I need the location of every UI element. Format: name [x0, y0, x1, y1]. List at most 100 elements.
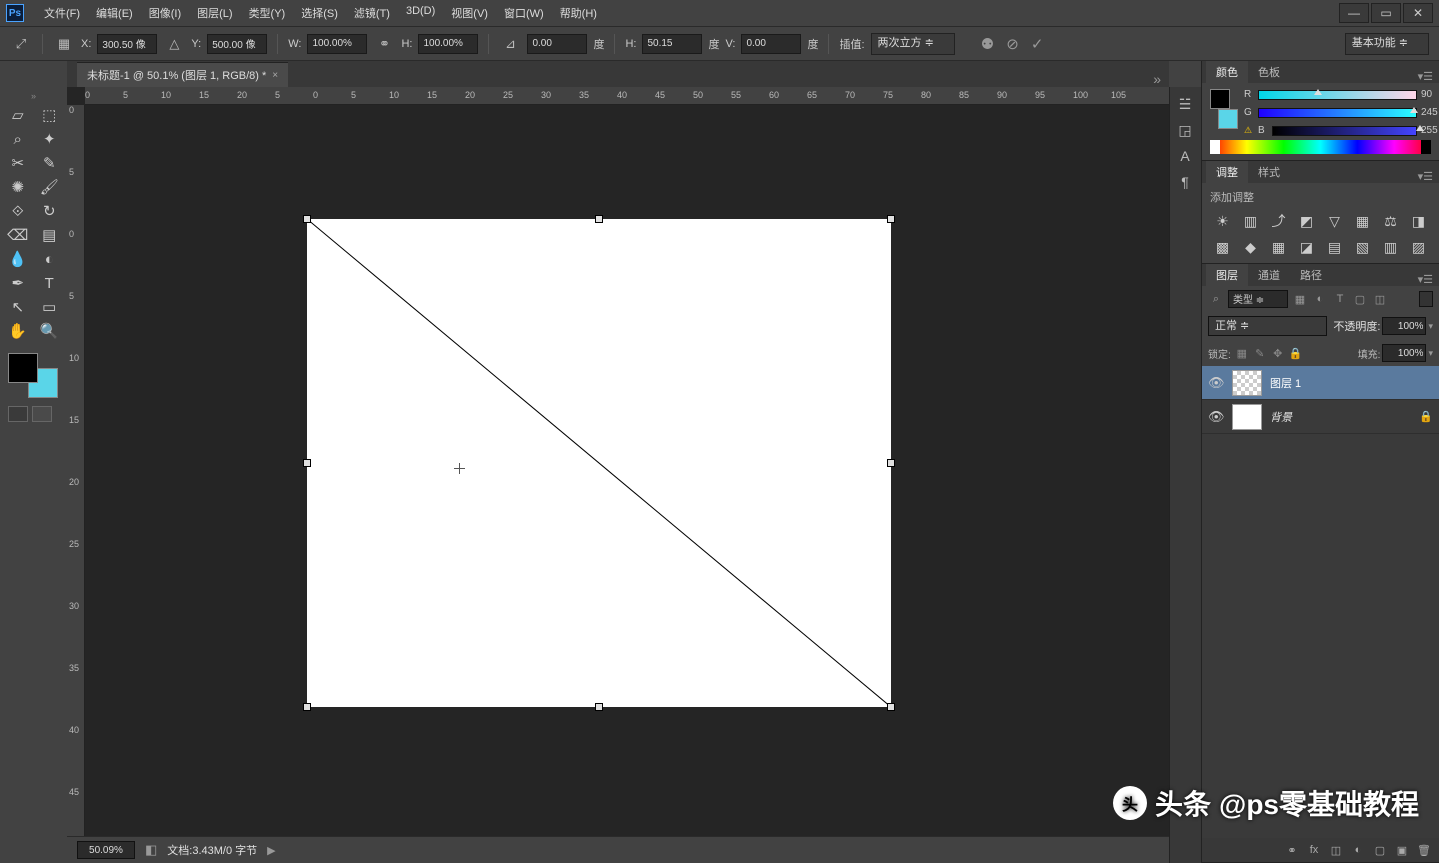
marquee-tool[interactable]: ⬚: [34, 103, 66, 127]
cancel-transform-icon[interactable]: ⊘: [1006, 35, 1019, 53]
history-panel-icon[interactable]: ☱: [1172, 93, 1198, 115]
threshold-icon[interactable]: ▧: [1352, 237, 1374, 257]
blend-mode-select[interactable]: 正常 ≑: [1208, 316, 1327, 336]
menu-item[interactable]: 文件(F): [36, 1, 88, 25]
selective-color-icon[interactable]: ▨: [1408, 237, 1430, 257]
layer-thumbnail[interactable]: [1232, 404, 1262, 430]
paragraph-panel-icon[interactable]: ¶: [1172, 171, 1198, 193]
fill-input[interactable]: [1382, 344, 1426, 362]
interp-select[interactable]: 两次立方 ≑: [871, 33, 955, 55]
filter-type-select[interactable]: 类型 ≑: [1228, 290, 1288, 308]
warp-icon[interactable]: ⚉: [981, 35, 994, 53]
tab-paths[interactable]: 路径: [1290, 264, 1332, 286]
tab-styles[interactable]: 样式: [1248, 161, 1290, 183]
eraser-tool[interactable]: ⌫: [2, 223, 34, 247]
doc-info[interactable]: 文档:3.43M/0 字节: [167, 842, 257, 858]
menu-item[interactable]: 帮助(H): [552, 1, 605, 25]
properties-panel-icon[interactable]: ◲: [1172, 119, 1198, 141]
menu-item[interactable]: 视图(V): [443, 1, 496, 25]
close-button[interactable]: ✕: [1403, 3, 1433, 23]
layer-thumbnail[interactable]: [1232, 370, 1262, 396]
lock-position-icon[interactable]: ✥: [1271, 346, 1285, 360]
exposure-icon[interactable]: ◩: [1296, 211, 1318, 231]
lock-all-icon[interactable]: 🔒: [1289, 346, 1303, 360]
panel-menu-icon[interactable]: ▾☰: [1412, 170, 1439, 183]
close-tab-icon[interactable]: ×: [272, 70, 278, 81]
expand-tabs-icon[interactable]: »: [1153, 71, 1161, 87]
lookup-icon[interactable]: ▦: [1268, 237, 1290, 257]
magic-wand-tool[interactable]: ✦: [34, 127, 66, 151]
visibility-icon[interactable]: 👁: [1208, 409, 1224, 425]
tab-swatches[interactable]: 色板: [1248, 61, 1290, 83]
filter-text-icon[interactable]: T: [1332, 291, 1348, 307]
h-input[interactable]: [418, 34, 478, 54]
mask-icon[interactable]: ◫: [1327, 842, 1345, 858]
bw-icon[interactable]: ◨: [1408, 211, 1430, 231]
group-icon[interactable]: ▢: [1371, 842, 1389, 858]
canvas[interactable]: [307, 219, 891, 707]
minimize-button[interactable]: —: [1339, 3, 1369, 23]
menu-item[interactable]: 滤镜(T): [346, 1, 398, 25]
skew-h-input[interactable]: [642, 34, 702, 54]
link-icon[interactable]: ⚭: [373, 33, 395, 55]
gradient-map-icon[interactable]: ▥: [1380, 237, 1402, 257]
opacity-input[interactable]: [1382, 317, 1426, 335]
y-input[interactable]: [207, 34, 267, 54]
filter-toggle[interactable]: [1419, 291, 1433, 307]
hue-icon[interactable]: ▦: [1352, 211, 1374, 231]
history-brush-tool[interactable]: ↻: [34, 199, 66, 223]
delta-icon[interactable]: △: [163, 33, 185, 55]
eyedropper-tool[interactable]: ✎: [34, 151, 66, 175]
blur-tool[interactable]: 💧: [2, 247, 34, 271]
menu-item[interactable]: 选择(S): [293, 1, 346, 25]
b-slider[interactable]: [1272, 126, 1417, 136]
delete-layer-icon[interactable]: 🗑: [1415, 842, 1433, 858]
channel-mixer-icon[interactable]: ◆: [1240, 237, 1262, 257]
menu-item[interactable]: 图层(L): [189, 1, 240, 25]
w-input[interactable]: [307, 34, 367, 54]
transform-tool-icon[interactable]: ⤢: [10, 33, 32, 55]
rotation-input[interactable]: [527, 34, 587, 54]
visibility-icon[interactable]: 👁: [1208, 375, 1224, 391]
tab-adjustments[interactable]: 调整: [1206, 161, 1248, 183]
tab-color[interactable]: 颜色: [1206, 61, 1248, 83]
adjustment-layer-icon[interactable]: ◐: [1349, 842, 1367, 858]
pen-tool[interactable]: ✒: [2, 271, 34, 295]
commit-transform-icon[interactable]: ✓: [1031, 35, 1044, 53]
vertical-ruler[interactable]: 05051015202530354045: [67, 105, 85, 836]
tab-layers[interactable]: 图层: [1206, 264, 1248, 286]
menu-item[interactable]: 类型(Y): [241, 1, 294, 25]
horizontal-ruler[interactable]: 0510152050510152025303540455055606570758…: [85, 87, 1169, 105]
new-layer-icon[interactable]: ▣: [1393, 842, 1411, 858]
doc-info-arrow-icon[interactable]: ▶: [267, 844, 275, 857]
layer-name[interactable]: 图层 1: [1270, 375, 1301, 391]
vibrance-icon[interactable]: ▽: [1324, 211, 1346, 231]
move-tool[interactable]: ▱: [2, 103, 34, 127]
levels-icon[interactable]: ▥: [1240, 211, 1262, 231]
spectrum-bar[interactable]: [1210, 140, 1431, 154]
filter-smart-icon[interactable]: ◫: [1372, 291, 1388, 307]
panel-menu-icon[interactable]: ▾☰: [1412, 70, 1439, 83]
fx-icon[interactable]: fx: [1305, 842, 1323, 858]
hand-tool[interactable]: ✋: [2, 319, 34, 343]
menu-item[interactable]: 3D(D): [398, 1, 443, 25]
maximize-button[interactable]: ▭: [1371, 3, 1401, 23]
panel-menu-icon[interactable]: ▾☰: [1412, 273, 1439, 286]
shape-tool[interactable]: ▭: [34, 295, 66, 319]
x-input[interactable]: [97, 34, 157, 54]
invert-icon[interactable]: ◪: [1296, 237, 1318, 257]
character-panel-icon[interactable]: A: [1172, 145, 1198, 167]
crop-tool[interactable]: ✂: [2, 151, 34, 175]
brightness-icon[interactable]: ☀: [1212, 211, 1234, 231]
document-tab[interactable]: 未标题-1 @ 50.1% (图层 1, RGB/8) * ×: [77, 62, 288, 87]
filter-pixel-icon[interactable]: ▦: [1292, 291, 1308, 307]
tab-channels[interactable]: 通道: [1248, 264, 1290, 286]
layer-name[interactable]: 背景: [1270, 409, 1292, 425]
lock-transparent-icon[interactable]: ▦: [1235, 346, 1249, 360]
menu-item[interactable]: 图像(I): [141, 1, 189, 25]
curves-icon[interactable]: ⤴: [1268, 211, 1290, 231]
healing-tool[interactable]: ✺: [2, 175, 34, 199]
clone-tool[interactable]: ⟐: [2, 199, 34, 223]
filter-adj-icon[interactable]: ◐: [1312, 291, 1328, 307]
posterize-icon[interactable]: ▤: [1324, 237, 1346, 257]
